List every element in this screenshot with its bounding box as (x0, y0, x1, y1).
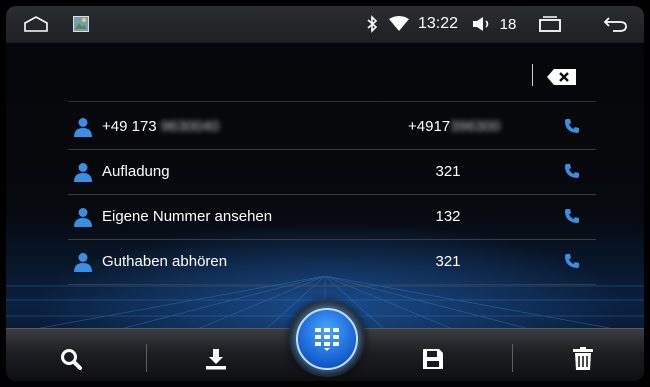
contact-name: Aufladung (102, 163, 170, 180)
phone-icon[interactable] (564, 118, 580, 134)
wifi-icon (388, 6, 410, 42)
dial-input-field[interactable] (68, 53, 596, 102)
bluetooth-icon (364, 6, 380, 42)
recent-apps-icon[interactable] (534, 6, 566, 42)
save-icon[interactable] (398, 340, 468, 378)
list-item[interactable]: Eigene Nummer ansehen 132 (68, 195, 596, 240)
status-bar: 13:22 18 (6, 6, 644, 43)
gallery-app-icon (70, 6, 92, 42)
search-icon[interactable] (36, 340, 106, 378)
trash-icon[interactable] (548, 340, 618, 378)
person-icon (74, 117, 92, 137)
text-cursor (532, 64, 533, 86)
list-item[interactable]: Aufladung 321 (68, 150, 596, 195)
toolbar-divider (146, 344, 147, 372)
contact-number: 321 (435, 163, 461, 180)
screen: 13:22 18 +49 173 9630040 +4917396300 Auf… (6, 6, 644, 381)
redacted-text: 9630040 (160, 118, 220, 135)
volume-level: 18 (499, 15, 517, 33)
contact-number: +4917396300 (408, 118, 501, 135)
volume-icon (470, 6, 494, 42)
phone-icon[interactable] (564, 208, 580, 224)
toolbar-divider (512, 344, 513, 372)
contact-name: +49 173 9630040 (102, 118, 220, 135)
phone-icon[interactable] (564, 163, 580, 179)
person-icon (74, 252, 92, 272)
back-arrow-icon[interactable] (600, 6, 632, 42)
list-item[interactable]: +49 173 9630040 +4917396300 (68, 105, 596, 150)
status-time: 13:22 (417, 15, 459, 32)
contact-list: +49 173 9630040 +4917396300 Aufladung 32… (68, 105, 596, 285)
redacted-text: 396300 (450, 118, 501, 135)
phone-icon[interactable] (564, 253, 580, 269)
dialpad-button[interactable] (289, 301, 365, 377)
person-icon (74, 162, 92, 182)
backspace-icon[interactable] (546, 67, 578, 87)
dialpad-icon (296, 308, 358, 370)
home-outline-icon[interactable] (20, 6, 52, 42)
person-icon (74, 207, 92, 227)
contact-name: Eigene Nummer ansehen (102, 208, 273, 225)
contact-number: 132 (435, 208, 461, 225)
download-icon[interactable] (181, 340, 251, 378)
